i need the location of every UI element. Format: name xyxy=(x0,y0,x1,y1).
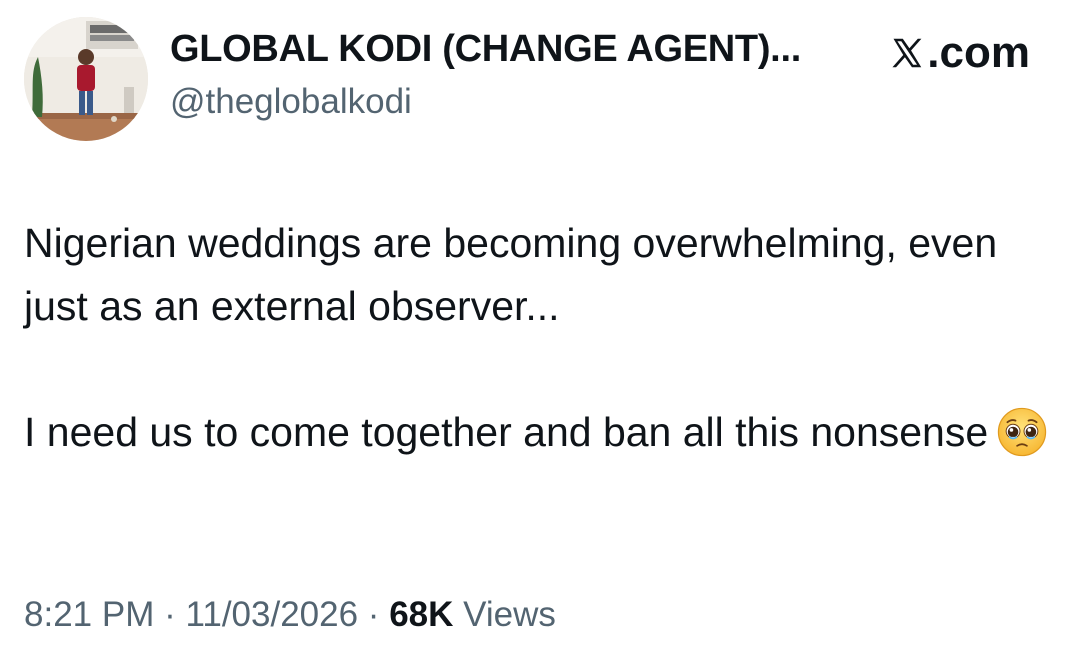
platform-brand: .com xyxy=(889,28,1030,78)
avatar[interactable] xyxy=(24,17,148,141)
profile-photo-icon xyxy=(24,17,148,141)
platform-domain-label: .com xyxy=(927,28,1030,77)
tweet-time[interactable]: 8:21 PM xyxy=(24,595,154,634)
tweet-card: GLOBAL KODI (CHANGE AGENT)... @theglobal… xyxy=(0,0,1080,664)
pleading-face-emoji-icon xyxy=(998,407,1047,457)
tweet-date[interactable]: 11/03/2026 xyxy=(185,595,358,634)
x-logo-icon xyxy=(892,38,922,68)
tweet-paragraph-2: I need us to come together and ban all t… xyxy=(24,409,989,455)
tweet-meta: 8:21 PM · 11/03/2026 · 68K Views xyxy=(24,595,556,635)
meta-separator: · xyxy=(164,595,176,634)
meta-separator: · xyxy=(367,595,380,634)
views-count: 68K xyxy=(389,595,454,634)
tweet-paragraph-2-container: I need us to come together and ban all t… xyxy=(24,401,1054,464)
author-display-name[interactable]: GLOBAL KODI (CHANGE AGENT)... xyxy=(170,28,801,71)
views-label[interactable]: Views xyxy=(463,595,556,634)
tweet-body: Nigerian weddings are becoming overwhelm… xyxy=(24,212,1054,464)
tweet-paragraph-1: Nigerian weddings are becoming overwhelm… xyxy=(24,220,998,329)
author-handle[interactable]: @theglobalkodi xyxy=(170,82,412,122)
